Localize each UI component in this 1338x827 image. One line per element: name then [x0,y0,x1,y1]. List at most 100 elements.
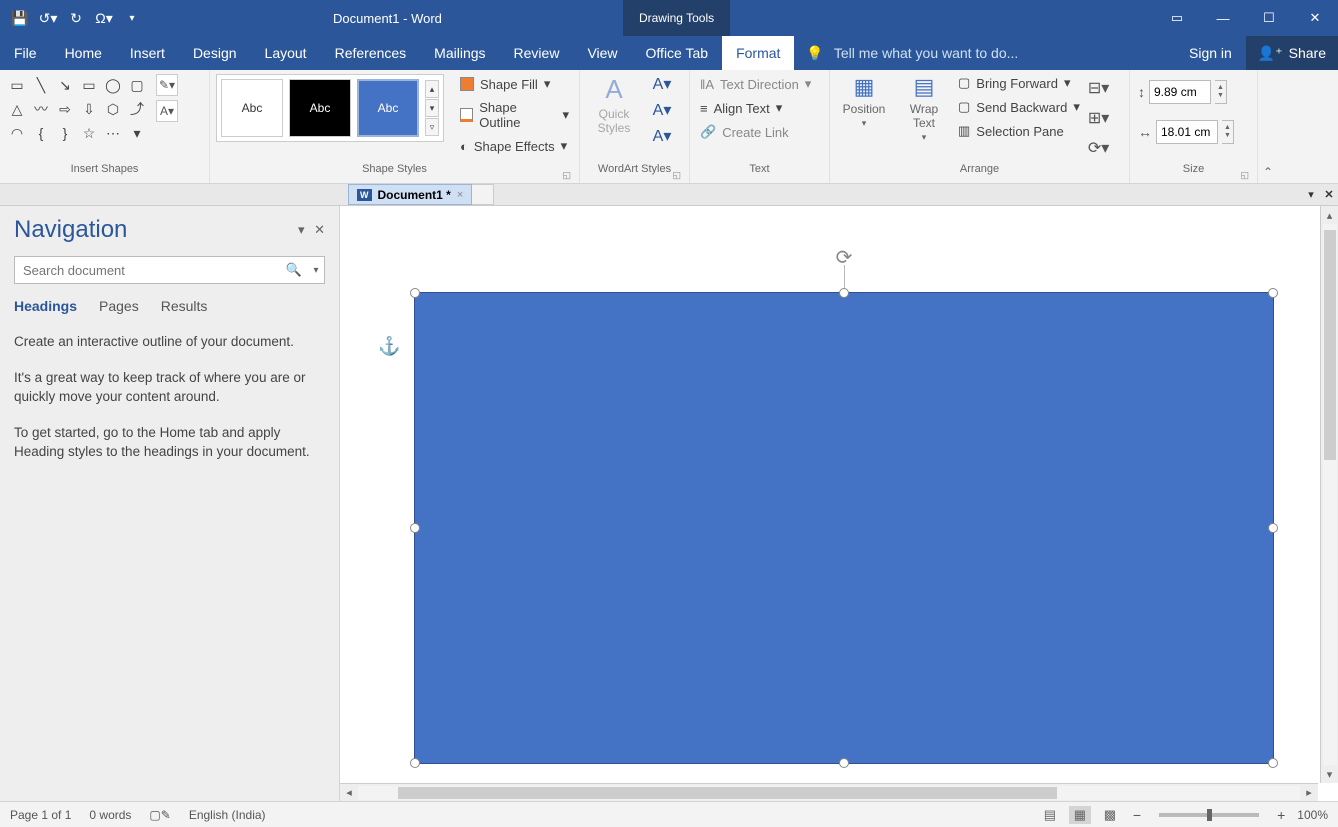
horizontal-scrollbar[interactable]: ◂ ▸ [340,783,1318,801]
resize-handle-s[interactable] [839,758,849,768]
resize-handle-ne[interactable] [1268,288,1278,298]
style-preset-2[interactable]: Abc [289,79,351,137]
resize-handle-w[interactable] [410,523,420,533]
web-layout-icon[interactable]: ▩ [1099,806,1121,824]
shape-style-gallery[interactable]: Abc Abc Abc ▴ ▾ ▿ [216,74,444,142]
shape-brace-l-icon[interactable]: { [30,122,52,144]
size-dialog-icon[interactable]: ◱ [1240,170,1249,181]
height-input[interactable] [1149,80,1211,104]
zoom-slider[interactable] [1159,813,1259,817]
edit-shape-icon[interactable]: ✎▾ [156,74,178,96]
nav-close-icon[interactable]: ✕ [314,222,325,237]
spellcheck-icon[interactable]: ▢✎ [149,808,170,822]
tell-me-box[interactable]: 💡 Tell me what you want to do... [794,36,1175,70]
hscroll-right-icon[interactable]: ▸ [1300,786,1318,799]
text-effects-icon[interactable]: A▾ [650,126,674,146]
status-language[interactable]: English (India) [189,808,266,822]
text-direction-button[interactable]: ‖AText Direction ▾ [696,74,815,94]
maximize-icon[interactable]: ☐ [1246,0,1292,36]
nav-tab-headings[interactable]: Headings [14,298,77,314]
shape-fill-button[interactable]: Shape Fill ▾ [456,74,573,94]
document-tab[interactable]: W Document1 * × [348,184,472,205]
nav-search-input[interactable] [15,263,280,278]
tab-design[interactable]: Design [179,36,251,70]
share-button[interactable]: 👤⁺ Share [1246,36,1338,70]
shape-arrowline-icon[interactable]: ↘ [54,74,76,96]
nav-options-icon[interactable]: ▾ [298,222,305,237]
resize-handle-n[interactable] [839,288,849,298]
ribbon-display-icon[interactable]: ▭ [1154,0,1200,36]
tab-review[interactable]: Review [500,36,574,70]
shape-styles-dialog-icon[interactable]: ◱ [562,170,571,181]
shape-rect-icon[interactable]: ▭ [78,74,100,96]
shape-triangle-icon[interactable]: △ [6,98,28,120]
position-button[interactable]: ▦ Position▾ [836,74,892,129]
tab-format[interactable]: Format [722,36,794,70]
shape-more-icon[interactable]: ⋯ [102,122,124,144]
shape-ellipse-icon[interactable]: ◯ [102,74,124,96]
create-link-button[interactable]: 🔗Create Link [696,122,815,142]
shape-star-icon[interactable]: ☆ [78,122,100,144]
wrap-text-button[interactable]: ▤ Wrap Text▾ [896,74,952,143]
collapse-ribbon-icon[interactable]: ⌃ [1258,70,1278,183]
nav-search-box[interactable]: 🔍 ▾ [14,256,325,284]
style-scroll-up-icon[interactable]: ▴ [425,80,439,98]
shape-width-field[interactable]: ↔ ▲▼ [1138,120,1249,144]
hscroll-track[interactable] [358,786,1300,800]
tab-home[interactable]: Home [51,36,116,70]
status-page[interactable]: Page 1 of 1 [10,808,71,822]
selection-pane-button[interactable]: ▥Selection Pane [956,122,1082,140]
style-scroll-down-icon[interactable]: ▾ [425,99,439,117]
shape-height-field[interactable]: ↕ ▲▼ [1138,80,1249,104]
group-objects-icon[interactable]: ⊞▾ [1088,108,1109,128]
shape-gallery[interactable]: ▭ ╲ ↘ ▭ ◯ ▢ △ 〰 ⇨ ⇩ ⬡ ⤴ ◠ { } ☆ ⋯ ▾ [6,74,148,144]
shape-brace-r-icon[interactable]: } [54,122,76,144]
wordart-dialog-icon[interactable]: ◱ [672,170,681,181]
draw-textbox-icon[interactable]: A▾ [156,100,178,122]
send-backward-button[interactable]: ▢Send Backward ▾ [956,98,1082,116]
zoom-out-button[interactable]: − [1129,807,1145,823]
text-outline-icon[interactable]: A▾ [650,100,674,120]
shape-arrowright-icon[interactable]: ⇨ [54,98,76,120]
save-icon[interactable]: 💾 [10,8,30,28]
shape-arc-icon[interactable]: ◠ [6,122,28,144]
quick-styles-button[interactable]: A Quick Styles [586,74,642,135]
text-fill-icon[interactable]: A▾ [650,74,674,94]
style-more-icon[interactable]: ▿ [425,118,439,136]
sign-in-button[interactable]: Sign in [1175,36,1246,70]
shape-textbox-icon[interactable]: ▭ [6,74,28,96]
resize-handle-e[interactable] [1268,523,1278,533]
hscroll-thumb[interactable] [398,787,1057,799]
rotate-objects-icon[interactable]: ⟳▾ [1088,138,1109,158]
resize-handle-se[interactable] [1268,758,1278,768]
shape-line-icon[interactable]: ╲ [30,74,52,96]
shape-roundrect-icon[interactable]: ▢ [126,74,148,96]
shape-curve-icon[interactable]: 〰 [30,98,52,120]
zoom-level[interactable]: 100% [1297,808,1328,822]
zoom-knob[interactable] [1207,809,1212,821]
bring-forward-button[interactable]: ▢Bring Forward ▾ [956,74,1082,92]
anchor-icon[interactable]: ⚓ [378,336,400,357]
style-preset-1[interactable]: Abc [221,79,283,137]
symbol-icon[interactable]: Ω▾ [94,8,114,28]
shape-arrowdown-icon[interactable]: ⇩ [78,98,100,120]
nav-tab-results[interactable]: Results [161,298,208,314]
redo-icon[interactable]: ↻ [66,8,86,28]
width-spinner[interactable]: ▲▼ [1222,120,1234,144]
vscroll-thumb[interactable] [1324,230,1336,460]
document-tab-close-icon[interactable]: × [457,189,463,201]
search-options-icon[interactable]: ▾ [308,265,324,276]
vscroll-track[interactable] [1323,224,1337,765]
hscroll-left-icon[interactable]: ◂ [340,786,358,799]
read-mode-icon[interactable]: ▤ [1039,806,1061,824]
selected-rectangle-shape[interactable]: ⟳ [414,292,1274,764]
tab-close-all-icon[interactable]: ✕ [1320,188,1338,201]
shape-effects-button[interactable]: ◐Shape Effects ▾ [456,136,573,156]
close-icon[interactable]: ✕ [1292,0,1338,36]
align-objects-icon[interactable]: ⊟▾ [1088,78,1109,98]
style-preset-3-selected[interactable]: Abc [357,79,419,137]
resize-handle-nw[interactable] [410,288,420,298]
height-spinner[interactable]: ▲▼ [1215,80,1227,104]
tab-officetab[interactable]: Office Tab [632,36,723,70]
vscroll-up-icon[interactable]: ▴ [1327,206,1333,224]
